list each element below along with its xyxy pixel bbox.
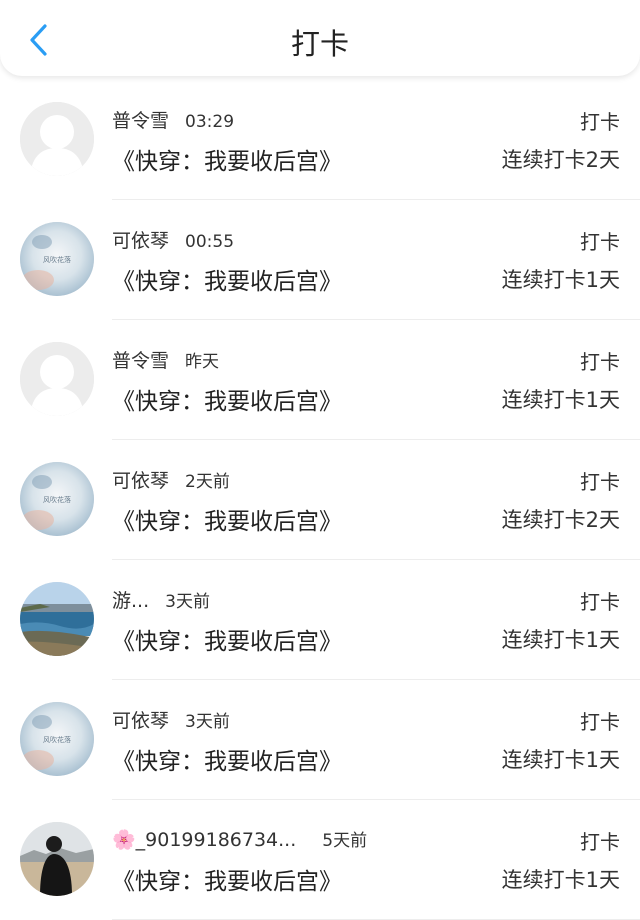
list-item[interactable]: 风吹花落 可依琴 00:55 《快穿：我要收后宫》 打卡 连续打卡1天: [0, 200, 640, 320]
svg-text:风吹花落: 风吹花落: [43, 255, 71, 264]
streak-label: 连续打卡2天: [501, 148, 620, 172]
username[interactable]: 普令雪: [112, 110, 169, 132]
checkin-label: 打卡: [580, 110, 620, 134]
checkin-label: 打卡: [580, 230, 620, 254]
username[interactable]: 游...: [112, 590, 149, 612]
timestamp: 03:29: [185, 112, 235, 132]
svg-text:风吹花落: 风吹花落: [43, 495, 71, 504]
blurred-photo-avatar[interactable]: 风吹花落: [20, 702, 94, 776]
username[interactable]: 可依琴: [112, 710, 169, 732]
default-avatar-icon[interactable]: [20, 342, 94, 416]
book-title[interactable]: 《快穿：我要收后宫》: [112, 622, 342, 656]
book-title[interactable]: 《快穿：我要收后宫》: [112, 142, 342, 176]
timestamp: 2天前: [185, 472, 230, 492]
list-item[interactable]: 游... 3天前 《快穿：我要收后宫》 打卡 连续打卡1天: [0, 560, 640, 680]
timestamp: 3天前: [165, 592, 210, 612]
username[interactable]: 可依琴: [112, 470, 169, 492]
timestamp: 00:55: [185, 232, 235, 252]
streak-label: 连续打卡1天: [501, 748, 620, 772]
book-title[interactable]: 《快穿：我要收后宫》: [112, 262, 342, 296]
book-title[interactable]: 《快穿：我要收后宫》: [112, 382, 342, 416]
list-item[interactable]: 普令雪 昨天 《快穿：我要收后宫》 打卡 连续打卡1天: [0, 320, 640, 440]
blurred-photo-avatar[interactable]: 风吹花落: [20, 222, 94, 296]
timestamp: 3天前: [185, 712, 230, 732]
checkin-label: 打卡: [580, 830, 620, 854]
streak-label: 连续打卡1天: [501, 268, 620, 292]
book-title[interactable]: 《快穿：我要收后宫》: [112, 742, 342, 776]
list-item[interactable]: 普令雪 03:29 《快穿：我要收后宫》 打卡 连续打卡2天: [0, 80, 640, 200]
list-item[interactable]: 🌸_90199186734... 5天前 《快穿：我要收后宫》 打卡 连续打卡1天: [0, 800, 640, 920]
checkin-label: 打卡: [580, 470, 620, 494]
book-title[interactable]: 《快穿：我要收后宫》: [112, 502, 342, 536]
username[interactable]: 🌸_90199186734...: [112, 829, 296, 851]
book-title[interactable]: 《快穿：我要收后宫》: [112, 862, 342, 896]
timestamp: 昨天: [185, 352, 220, 372]
list-item[interactable]: 风吹花落 可依琴 2天前 《快穿：我要收后宫》 打卡 连续打卡2天: [0, 440, 640, 560]
checkin-label: 打卡: [580, 590, 620, 614]
username[interactable]: 普令雪: [112, 350, 169, 372]
svg-text:风吹花落: 风吹花落: [43, 735, 71, 744]
checkin-label: 打卡: [580, 710, 620, 734]
list-item[interactable]: 风吹花落 可依琴 3天前 《快穿：我要收后宫》 打卡 连续打卡1天: [0, 680, 640, 800]
default-avatar-icon[interactable]: [20, 102, 94, 176]
seascape-photo-avatar[interactable]: [20, 582, 94, 656]
streak-label: 连续打卡1天: [501, 628, 620, 652]
blurred-photo-avatar[interactable]: 风吹花落: [20, 462, 94, 536]
username[interactable]: 可依琴: [112, 230, 169, 252]
checkin-list: 普令雪 03:29 《快穿：我要收后宫》 打卡 连续打卡2天 风吹花落 可依琴 …: [0, 80, 640, 920]
top-nav-bar: 打卡: [0, 0, 640, 76]
streak-label: 连续打卡1天: [501, 868, 620, 892]
checkin-label: 打卡: [580, 350, 620, 374]
page-title: 打卡: [290, 27, 349, 61]
timestamp: 5天前: [322, 831, 368, 851]
person-photo-avatar[interactable]: [20, 822, 94, 896]
streak-label: 连续打卡2天: [501, 508, 620, 532]
streak-label: 连续打卡1天: [501, 388, 620, 412]
